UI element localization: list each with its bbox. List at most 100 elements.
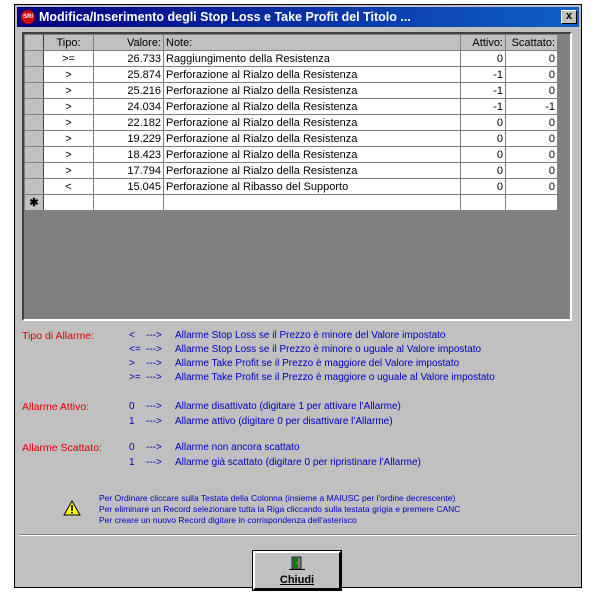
row-selector[interactable] bbox=[24, 178, 44, 195]
legend-text: Allarme disattivato (digitare 1 per atti… bbox=[175, 401, 401, 412]
window-title: Modifica/Inserimento degli Stop Loss e T… bbox=[39, 10, 411, 24]
cell-tipo[interactable]: > bbox=[43, 162, 94, 179]
cell-note[interactable]: Perforazione al Rialzo della Resistenza bbox=[163, 98, 461, 115]
note-line: Per eliminare un Record selezionare tutt… bbox=[99, 504, 461, 514]
table-row[interactable]: >25.216 Perforazione al Rialzo della Resi… bbox=[24, 82, 558, 99]
cell-valore[interactable]: 26.733 bbox=[93, 50, 164, 67]
cell-valore[interactable]: 24.034 bbox=[93, 98, 164, 115]
cell-note[interactable]: Perforazione al Rialzo della Resistenza bbox=[163, 146, 461, 163]
alarm-grid: Tipo: Valore: Note: Attivo: Scattato: >=… bbox=[22, 32, 572, 321]
cell-tipo[interactable]: < bbox=[43, 178, 94, 195]
legend-arrow: ---> bbox=[146, 344, 162, 355]
grid-corner[interactable] bbox=[24, 34, 44, 51]
chiudi-button[interactable]: Chiudi bbox=[252, 550, 342, 591]
legend-arrow: ---> bbox=[146, 330, 162, 341]
cell-scattato[interactable]: 0 bbox=[505, 82, 558, 99]
help-notes: Per Ordinare cliccare sulla Testata dell… bbox=[99, 493, 460, 526]
legend-text: Allarme Stop Loss se il Prezzo è minore … bbox=[175, 344, 482, 355]
column-header-valore[interactable]: Valore: bbox=[93, 34, 164, 51]
legend-text: Allarme Stop Loss se il Prezzo è minore … bbox=[175, 330, 446, 341]
cell-note[interactable]: Perforazione al Rialzo della Resistenza bbox=[163, 82, 461, 99]
cell-attivo[interactable]: 0 bbox=[460, 50, 506, 67]
cell-empty[interactable] bbox=[505, 194, 558, 211]
table-row[interactable]: <15.045 Perforazione al Ribasso del Suppo… bbox=[24, 178, 558, 195]
column-header-scattato[interactable]: Scattato: bbox=[505, 34, 558, 51]
cell-valore[interactable]: 25.874 bbox=[93, 66, 164, 83]
cell-scattato[interactable]: 0 bbox=[505, 114, 558, 131]
warning-icon bbox=[63, 500, 81, 516]
dialog-window: SRI Modifica/Inserimento degli Stop Loss… bbox=[14, 4, 582, 591]
new-record-marker[interactable]: ✱ bbox=[24, 194, 44, 211]
row-selector[interactable] bbox=[24, 146, 44, 163]
cell-valore[interactable]: 15.045 bbox=[93, 178, 164, 195]
legend-symbol: < bbox=[129, 330, 135, 341]
cell-valore[interactable]: 17.794 bbox=[93, 162, 164, 179]
title-bar[interactable]: SRI Modifica/Inserimento degli Stop Loss… bbox=[17, 7, 579, 27]
row-selector[interactable] bbox=[24, 114, 44, 131]
cell-attivo[interactable]: -1 bbox=[460, 66, 506, 83]
table-row[interactable]: >= 26.733 Raggiungimento della Resistenza 0… bbox=[24, 50, 558, 67]
row-selector[interactable] bbox=[24, 66, 44, 83]
cell-empty[interactable] bbox=[43, 194, 94, 211]
legend-arrow: ---> bbox=[146, 358, 162, 369]
table-row[interactable]: >18.423 Perforazione al Rialzo della Resi… bbox=[24, 146, 558, 163]
row-selector[interactable] bbox=[24, 82, 44, 99]
cell-scattato[interactable]: 0 bbox=[505, 178, 558, 195]
note-line: Per creare un nuovo Record digitare in c… bbox=[99, 515, 357, 525]
cell-tipo[interactable]: >= bbox=[43, 50, 94, 67]
cell-note[interactable]: Perforazione al Rialzo della Resistenza bbox=[163, 66, 461, 83]
column-header-note[interactable]: Note: bbox=[163, 34, 461, 51]
cell-tipo[interactable]: > bbox=[43, 146, 94, 163]
cell-valore[interactable]: 18.423 bbox=[93, 146, 164, 163]
column-header-tipo[interactable]: Tipo: bbox=[43, 34, 94, 51]
legend-text: Allarme non ancora scattato bbox=[175, 442, 300, 453]
cell-scattato[interactable]: 0 bbox=[505, 66, 558, 83]
row-selector[interactable] bbox=[24, 98, 44, 115]
legend-arrow: ---> bbox=[146, 442, 162, 453]
cell-tipo[interactable]: > bbox=[43, 82, 94, 99]
cell-tipo[interactable]: > bbox=[43, 130, 94, 147]
cell-scattato[interactable]: 0 bbox=[505, 130, 558, 147]
cell-scattato[interactable]: -1 bbox=[505, 98, 558, 115]
cell-scattato[interactable]: 0 bbox=[505, 50, 558, 67]
cell-empty[interactable] bbox=[93, 194, 164, 211]
cell-attivo[interactable]: -1 bbox=[460, 82, 506, 99]
cell-empty[interactable] bbox=[163, 194, 461, 211]
close-window-button[interactable]: x bbox=[561, 10, 577, 24]
app-icon: SRI bbox=[21, 10, 35, 24]
cell-empty[interactable] bbox=[460, 194, 506, 211]
legend-symbol: 1 bbox=[129, 457, 135, 468]
cell-note[interactable]: Perforazione al Ribasso del Supporto bbox=[163, 178, 461, 195]
cell-note[interactable]: Raggiungimento della Resistenza bbox=[163, 50, 461, 67]
table-row[interactable]: >19.229 Perforazione al Rialzo della Resi… bbox=[24, 130, 558, 147]
cell-attivo[interactable]: 0 bbox=[460, 162, 506, 179]
cell-attivo[interactable]: 0 bbox=[460, 130, 506, 147]
cell-valore[interactable]: 25.216 bbox=[93, 82, 164, 99]
cell-tipo[interactable]: > bbox=[43, 66, 94, 83]
cell-valore[interactable]: 22.182 bbox=[93, 114, 164, 131]
cell-attivo[interactable]: 0 bbox=[460, 178, 506, 195]
cell-tipo[interactable]: > bbox=[43, 98, 94, 115]
column-header-attivo[interactable]: Attivo: bbox=[460, 34, 506, 51]
grid-header-row: Tipo: Valore: Note: Attivo: Scattato: bbox=[24, 34, 558, 51]
new-record-row[interactable]: ✱ bbox=[24, 194, 558, 211]
cell-attivo[interactable]: -1 bbox=[460, 98, 506, 115]
row-selector[interactable] bbox=[24, 162, 44, 179]
table-row[interactable]: >25.874 Perforazione al Rialzo della Resi… bbox=[24, 66, 558, 83]
row-selector[interactable] bbox=[24, 130, 44, 147]
table-row[interactable]: >17.794 Perforazione al Rialzo della Resi… bbox=[24, 162, 558, 179]
note-line: Per Ordinare cliccare sulla Testata dell… bbox=[99, 493, 456, 503]
cell-attivo[interactable]: 0 bbox=[460, 114, 506, 131]
table-row[interactable]: >22.182 Perforazione al Rialzo della Resi… bbox=[24, 114, 558, 131]
cell-scattato[interactable]: 0 bbox=[505, 146, 558, 163]
cell-valore[interactable]: 19.229 bbox=[93, 130, 164, 147]
cell-note[interactable]: Perforazione al Rialzo della Resistenza bbox=[163, 114, 461, 131]
row-selector[interactable] bbox=[24, 50, 44, 67]
legend-symbol: 1 bbox=[129, 416, 135, 427]
table-row[interactable]: >24.034 Perforazione al Rialzo della Resi… bbox=[24, 98, 558, 115]
cell-note[interactable]: Perforazione al Rialzo della Resistenza bbox=[163, 162, 461, 179]
cell-attivo[interactable]: 0 bbox=[460, 146, 506, 163]
cell-scattato[interactable]: 0 bbox=[505, 162, 558, 179]
cell-tipo[interactable]: > bbox=[43, 114, 94, 131]
cell-note[interactable]: Perforazione al Rialzo della Resistenza bbox=[163, 130, 461, 147]
